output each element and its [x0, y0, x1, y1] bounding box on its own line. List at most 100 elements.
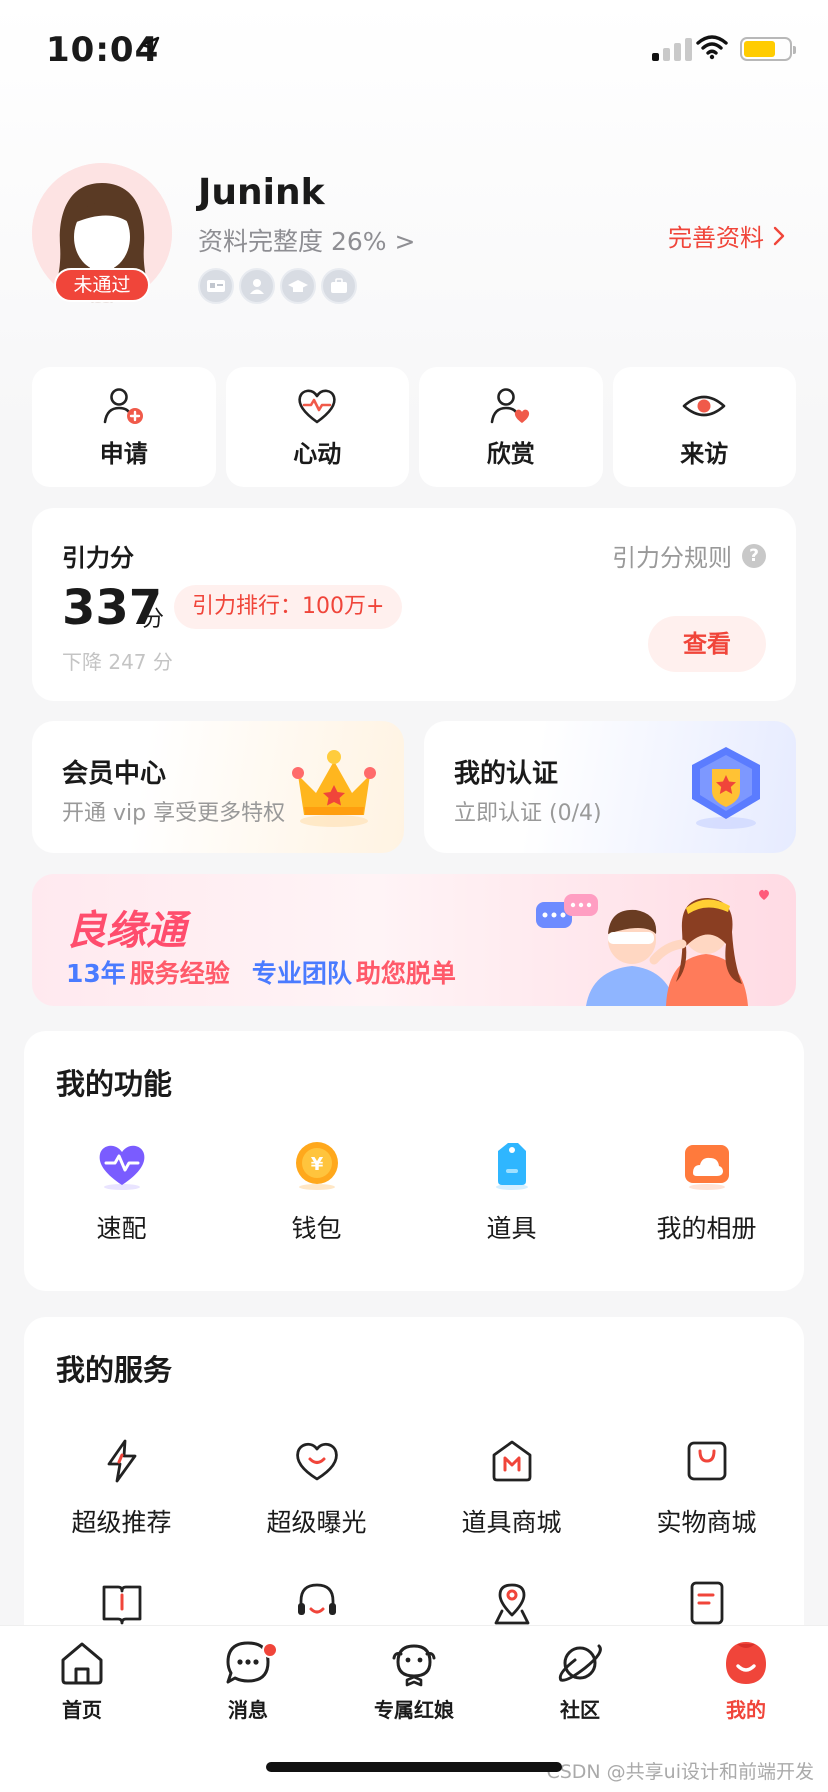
quick-action-label: 心动	[293, 439, 342, 468]
quick-action-apply[interactable]: 申请	[32, 367, 216, 487]
service-super-recommend[interactable]: 超级推荐	[24, 1437, 219, 1539]
verify-title: 我的认证	[454, 759, 559, 789]
service-document[interactable]	[609, 1579, 804, 1627]
tab-label: 社区	[560, 1698, 600, 1722]
smile-heart-icon	[295, 1442, 338, 1481]
quick-action-label: 申请	[99, 439, 148, 468]
function-props[interactable]: 道具	[414, 1139, 609, 1245]
attraction-score-card: 引力分 引力分规则 ? 337 分 引力排行：100万+ 下降 247 分 查看	[32, 508, 796, 701]
service-goods-store[interactable]: 实物商城	[609, 1437, 804, 1539]
profile-completion[interactable]: 资料完整度 26% >	[198, 222, 415, 258]
shopping-bag-icon	[687, 1441, 726, 1481]
watermark: CSDN @共享ui设计和前端开发	[546, 1761, 814, 1783]
tab-matchmaker[interactable]: 专属红娘	[354, 1638, 474, 1723]
service-label: 超级曝光	[266, 1508, 367, 1537]
service-super-exposure[interactable]: 超级曝光	[219, 1437, 414, 1539]
pulse-heart-icon	[99, 1145, 144, 1190]
tab-messages[interactable]: 消息	[188, 1638, 308, 1723]
cellular-signal-icon	[652, 38, 692, 61]
user-name: Junink	[198, 172, 325, 213]
banner-sub-team: 专业团队	[251, 959, 352, 988]
eye-icon	[682, 395, 726, 416]
home-indicator[interactable]	[266, 1762, 562, 1772]
service-location[interactable]	[414, 1579, 609, 1627]
id-card-icon[interactable]	[198, 268, 234, 304]
service-book[interactable]	[24, 1579, 219, 1627]
services-grid: 超级推荐 超级曝光 道具商城 实物商城	[24, 1437, 804, 1539]
location-arrow-icon	[140, 36, 160, 56]
function-quick-match[interactable]: 速配	[24, 1139, 219, 1245]
user-add-icon	[103, 387, 143, 424]
functions-title: 我的功能	[56, 1067, 173, 1101]
lightning-icon	[107, 1439, 136, 1483]
quick-action-heartbeat[interactable]: 心动	[225, 367, 409, 487]
quick-action-visitors[interactable]: 来访	[612, 367, 796, 487]
tab-me[interactable]: 我的	[686, 1638, 806, 1723]
banner-sub-experience: 服务经验	[129, 959, 230, 988]
score-change: 下降 247 分	[62, 650, 173, 674]
services-grid-row2	[24, 1579, 804, 1627]
status-bar: 10:04	[0, 0, 828, 100]
tab-label: 首页	[62, 1698, 102, 1722]
svg-text:¥: ¥	[310, 1154, 323, 1175]
function-label: 速配	[96, 1214, 147, 1243]
me-icon	[726, 1642, 766, 1684]
score-unit: 分	[142, 607, 165, 632]
banner-sub-spacer	[234, 954, 248, 990]
score-rules-label: 引力分规则	[612, 544, 732, 572]
services-title: 我的服务	[56, 1353, 173, 1387]
tab-home[interactable]: 首页	[22, 1638, 142, 1723]
book-icon	[102, 1585, 141, 1625]
quick-action-label: 来访	[680, 439, 729, 468]
tab-label: 专属红娘	[374, 1698, 454, 1722]
functions-grid: 速配 ¥ 钱包 道具 我的相册	[24, 1139, 804, 1245]
tab-label: 我的	[726, 1698, 766, 1722]
location-icon	[494, 1583, 529, 1625]
education-icon[interactable]	[280, 268, 316, 304]
couple-illustration	[536, 889, 769, 1006]
banner-title: 良缘通	[66, 908, 186, 954]
banner-subtitle: 13年 服务经验 专业团队 助您脱单	[66, 954, 456, 990]
improve-profile-label: 完善资料	[668, 224, 764, 252]
document-icon	[690, 1581, 723, 1625]
planet-icon	[558, 1644, 602, 1682]
banner-sub-years: 13年	[66, 959, 126, 988]
function-album[interactable]: 我的相册	[609, 1139, 804, 1245]
function-label: 道具	[486, 1214, 537, 1243]
score-title: 引力分	[62, 544, 134, 572]
banner-sub-help: 助您脱单	[355, 959, 456, 988]
member-center-card[interactable]: 会员中心 开通 vip 享受更多特权	[32, 721, 404, 853]
score-rules-link[interactable]: 引力分规则 ?	[612, 538, 766, 573]
user-heart-icon	[490, 387, 529, 423]
tab-community[interactable]: 社区	[520, 1638, 640, 1723]
headset-icon	[297, 1583, 336, 1615]
home-icon	[61, 1642, 103, 1685]
function-label: 我的相册	[656, 1214, 757, 1243]
score-rank-pill: 引力排行：100万+	[174, 585, 403, 629]
help-icon: ?	[742, 543, 766, 568]
improve-profile-link[interactable]: 完善资料	[668, 218, 786, 253]
quick-action-label: 欣赏	[486, 439, 535, 468]
function-wallet[interactable]: ¥ 钱包	[219, 1139, 414, 1245]
review-status-badge: 未通过	[54, 268, 150, 302]
verify-subtitle: 立即认证 (0/4)	[454, 801, 602, 826]
wifi-icon	[696, 35, 728, 60]
shield-star-icon	[692, 747, 760, 829]
album-icon	[684, 1145, 729, 1190]
service-customer-support[interactable]	[219, 1579, 414, 1627]
my-verification-card[interactable]: 我的认证 立即认证 (0/4)	[424, 721, 796, 853]
service-label: 超级推荐	[71, 1508, 172, 1537]
m-store-icon	[492, 1440, 531, 1482]
service-props-store[interactable]: 道具商城	[414, 1437, 609, 1539]
coin-icon: ¥	[295, 1142, 338, 1190]
crown-icon	[292, 750, 376, 827]
view-score-button[interactable]: 查看	[648, 616, 766, 672]
promo-banner[interactable]: 良缘通 13年 服务经验 专业团队 助您脱单	[32, 874, 796, 1006]
tab-label: 消息	[228, 1698, 268, 1722]
member-subtitle: 开通 vip 享受更多特权	[62, 801, 286, 826]
heartbeat-icon	[298, 389, 336, 423]
tag-icon	[495, 1143, 528, 1190]
person-icon[interactable]	[239, 268, 275, 304]
quick-action-appreciate[interactable]: 欣赏	[419, 367, 603, 487]
briefcase-icon[interactable]	[321, 268, 357, 304]
